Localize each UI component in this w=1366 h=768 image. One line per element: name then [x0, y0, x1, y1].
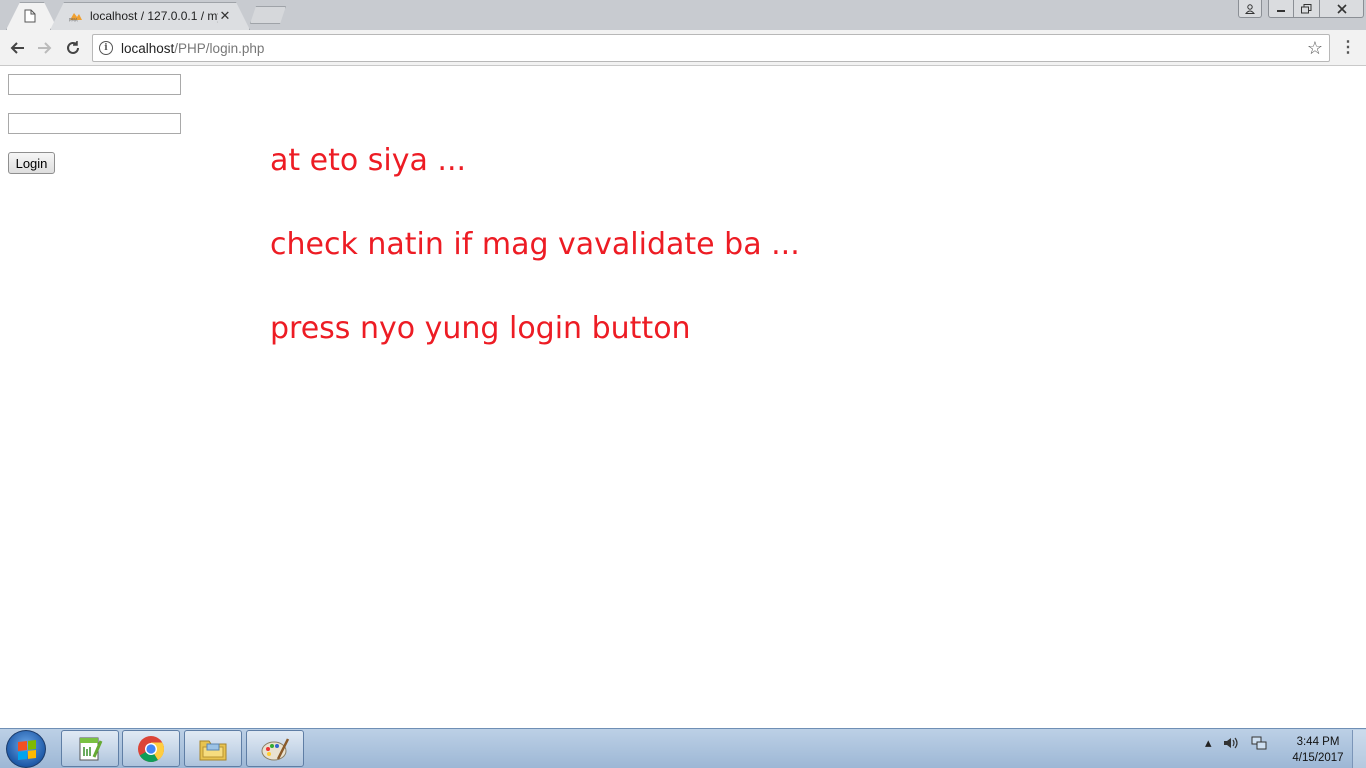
show-desktop-button[interactable]	[1352, 730, 1366, 768]
bookmark-star-icon[interactable]: ☆	[1307, 38, 1323, 59]
clock-date: 4/15/2017	[1292, 752, 1344, 764]
folder-icon	[199, 740, 227, 760]
taskbar-notepadpp[interactable]	[61, 730, 119, 767]
taskbar-paint[interactable]	[246, 730, 304, 767]
info-icon[interactable]: i	[99, 41, 113, 55]
reload-icon	[67, 41, 79, 54]
password-input[interactable]	[8, 113, 181, 134]
show-hidden-icons-icon[interactable]: ▴	[1205, 735, 1212, 751]
tab-title: localhost / 127.0.0.1 / my	[90, 9, 218, 23]
browser-toolbar: i localhost/PHP/login.php ☆ ⋮	[0, 30, 1366, 66]
taskbar-explorer[interactable]	[184, 730, 242, 767]
start-button[interactable]	[6, 730, 46, 768]
notepad-plus-plus-icon	[79, 737, 103, 760]
annotation-text: at eto siya ...	[270, 143, 467, 178]
system-clock[interactable]: 3:44 PM 4/15/2017	[1280, 734, 1356, 766]
close-window-button[interactable]	[1319, 0, 1364, 18]
svg-text:PMA: PMA	[69, 18, 78, 23]
annotation-text: press nyo yung login button	[270, 311, 691, 346]
url-host: localhost	[121, 40, 175, 56]
chrome-icon	[138, 735, 165, 762]
volume-icon[interactable]	[1222, 735, 1240, 751]
username-input[interactable]	[8, 74, 181, 95]
page-content: Login at eto siya ... check natin if mag…	[0, 67, 1366, 728]
login-button[interactable]: Login	[8, 152, 55, 174]
network-icon[interactable]	[1250, 735, 1268, 751]
taskbar: ▴ 3:44 PM 4/15/2017	[0, 728, 1366, 768]
taskbar-chrome[interactable]	[122, 730, 180, 767]
back-button[interactable]	[6, 37, 28, 59]
restore-button[interactable]	[1293, 0, 1320, 18]
menu-icon[interactable]: ⋮	[1340, 37, 1356, 59]
system-tray: ▴	[1205, 735, 1268, 751]
tab-strip: PMA localhost / 127.0.0.1 / my ✕	[0, 0, 1366, 30]
new-tab-button[interactable]	[250, 6, 286, 24]
clock-time: 3:44 PM	[1296, 736, 1340, 748]
paint-icon	[261, 737, 290, 760]
close-icon[interactable]: ✕	[218, 8, 232, 24]
tab-phpmyadmin[interactable]: PMA localhost / 127.0.0.1 / my ✕	[50, 2, 250, 30]
windows-logo-icon	[18, 740, 36, 760]
page-icon	[24, 9, 36, 23]
arrow-right-icon	[38, 42, 52, 54]
address-bar[interactable]: i localhost/PHP/login.php ☆	[92, 34, 1330, 62]
arrow-left-icon	[10, 42, 24, 54]
url-path: /PHP/login.php	[174, 40, 265, 56]
user-icon[interactable]	[1238, 0, 1262, 18]
forward-button[interactable]	[34, 37, 56, 59]
annotation-text: check natin if mag vavalidate ba ...	[270, 227, 800, 262]
minimize-button[interactable]	[1268, 0, 1294, 18]
phpmyadmin-icon: PMA	[69, 13, 82, 23]
reload-button[interactable]	[62, 37, 84, 59]
